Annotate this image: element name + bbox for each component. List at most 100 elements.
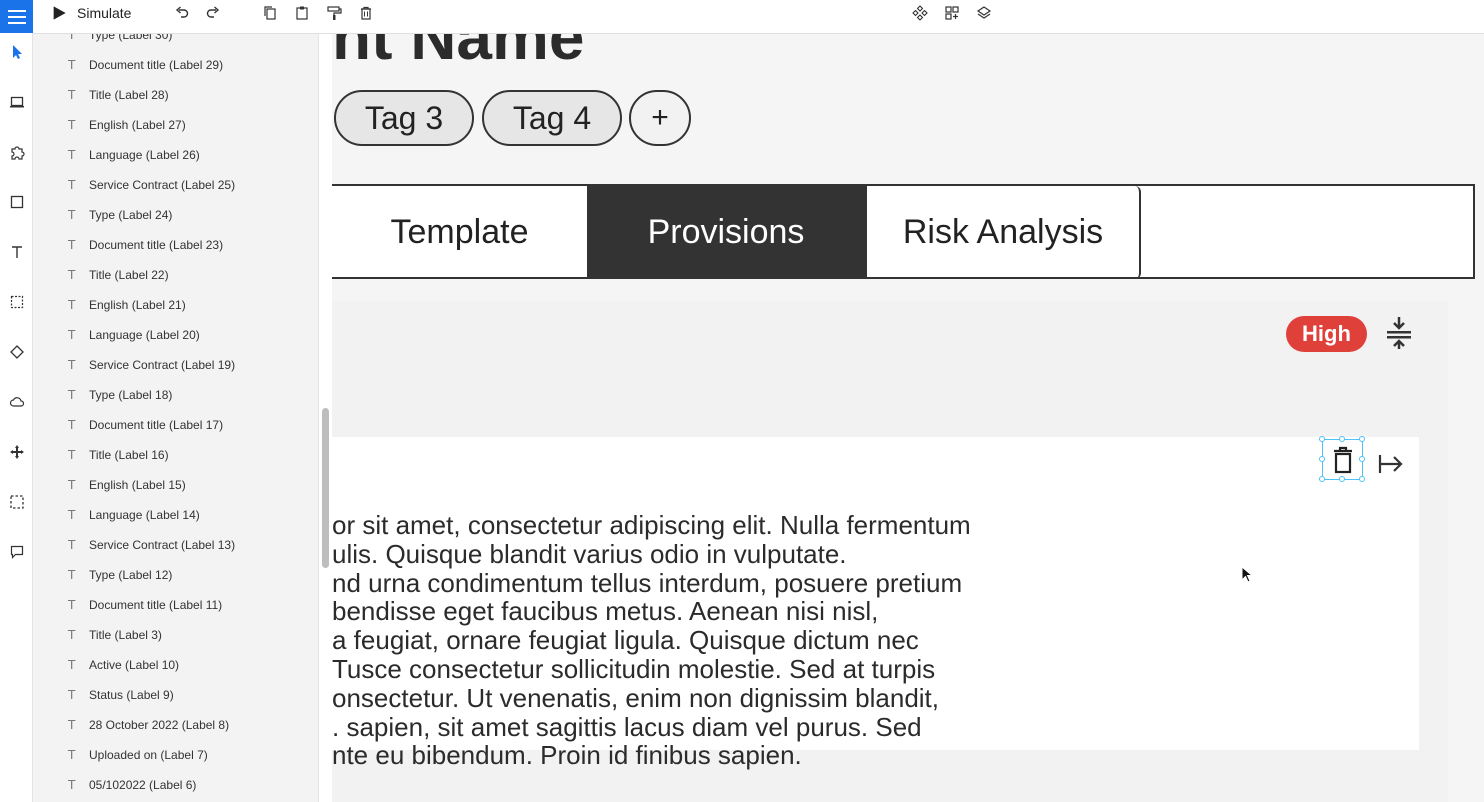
selection-icon [9, 494, 24, 509]
layer-item[interactable]: T Service Contract (Label 25) [33, 170, 318, 200]
layer-item[interactable]: T Document title (Label 11) [33, 590, 318, 620]
layer-item[interactable]: T Title (Label 3) [33, 620, 318, 650]
layer-item[interactable]: T 28 October 2022 (Label 8) [33, 710, 318, 740]
menu-button[interactable] [0, 0, 33, 33]
device-tool[interactable] [4, 89, 29, 114]
rectangle-tool[interactable] [4, 189, 29, 214]
move-tool[interactable] [4, 439, 29, 464]
text-layer-icon: T [68, 178, 76, 192]
selection-handle[interactable] [1359, 456, 1365, 462]
layer-item[interactable]: T 05/102022 (Label 6) [33, 770, 318, 800]
component-button[interactable] [910, 2, 930, 24]
tab-risk-analysis[interactable]: Risk Analysis [865, 186, 1141, 279]
layer-label: Status (Label 9) [89, 688, 174, 702]
diamond-tool[interactable] [4, 339, 29, 364]
selection-tool[interactable] [4, 489, 29, 514]
layer-label: Language (Label 26) [89, 148, 200, 162]
selection-handle[interactable] [1319, 436, 1325, 442]
layer-item[interactable]: T Service Contract (Label 19) [33, 350, 318, 380]
layer-label: Title (Label 28) [89, 88, 169, 102]
layer-label: Service Contract (Label 19) [89, 358, 236, 372]
layer-item[interactable]: T Document title (Label 23) [33, 230, 318, 260]
layer-item[interactable]: T Type (Label 24) [33, 200, 318, 230]
layer-item[interactable]: T Type (Label 18) [33, 380, 318, 410]
layer-item[interactable]: T Document title (Label 17) [33, 410, 318, 440]
layer-item[interactable]: T English (Label 21) [33, 290, 318, 320]
text-layer-icon: T [68, 508, 76, 522]
layers-scroll-thumb[interactable] [322, 408, 329, 568]
layers-scrollbar[interactable] [318, 34, 332, 802]
mouse-cursor-icon [1241, 565, 1254, 589]
collapse-button[interactable] [1384, 315, 1414, 351]
selection-handle[interactable] [1359, 476, 1365, 482]
provision-card: High or sit amet, consectetur adipiscing… [332, 301, 1448, 802]
tag-chip[interactable]: Tag 3 [334, 90, 474, 146]
layer-item[interactable]: T Uploaded on (Label 7) [33, 740, 318, 770]
grid-add-icon [945, 6, 959, 20]
layer-label: 28 October 2022 (Label 8) [89, 718, 230, 732]
layer-item[interactable]: T English (Label 27) [33, 110, 318, 140]
cloud-tool[interactable] [4, 389, 29, 414]
selection-handle[interactable] [1319, 456, 1325, 462]
text-layer-icon: T [68, 778, 76, 792]
exit-button[interactable] [1376, 449, 1406, 479]
pointer-icon [12, 44, 22, 59]
dotted-rect-icon [10, 295, 23, 308]
selection-handle[interactable] [1339, 436, 1345, 442]
copy-button[interactable] [260, 2, 280, 24]
component-tool[interactable] [4, 139, 29, 164]
text-tool[interactable] [4, 239, 29, 264]
selection-handle[interactable] [1319, 476, 1325, 482]
comment-icon [10, 545, 23, 559]
text-layer-icon: T [68, 358, 76, 372]
layer-item[interactable]: T Language (Label 14) [33, 500, 318, 530]
layer-item[interactable]: T Type (Label 12) [33, 560, 318, 590]
delete-button[interactable] [356, 2, 376, 24]
redo-button[interactable] [202, 2, 224, 24]
selection-handle[interactable] [1359, 436, 1365, 442]
selection-handle[interactable] [1339, 476, 1345, 482]
design-canvas[interactable]: nt Name Tag 3 Tag 4 + Template Provision… [332, 34, 1484, 802]
layer-label: Service Contract (Label 13) [89, 538, 236, 552]
trash-icon [1333, 446, 1352, 473]
layer-label: Document title (Label 17) [89, 418, 224, 432]
layer-label: Document title (Label 23) [89, 238, 224, 252]
delete-provision-button[interactable] [1319, 436, 1365, 482]
layer-item[interactable]: T Title (Label 28) [33, 80, 318, 110]
layer-item[interactable]: T Type (Label 30) [33, 34, 318, 50]
paste-button[interactable] [292, 2, 312, 24]
layer-label: Title (Label 3) [89, 628, 162, 642]
grid-add-button[interactable] [942, 2, 962, 24]
tab-provisions[interactable]: Provisions [587, 186, 865, 279]
paste-icon [296, 6, 308, 20]
pointer-tool[interactable] [4, 39, 29, 64]
layer-label: English (Label 21) [89, 298, 186, 312]
format-painter-button[interactable] [324, 2, 344, 24]
undo-button[interactable] [171, 2, 193, 24]
add-tag-button[interactable]: + [629, 90, 691, 146]
comment-tool[interactable] [4, 539, 29, 564]
cloud-icon [9, 396, 24, 407]
tag-chip[interactable]: Tag 4 [482, 90, 622, 146]
layer-item[interactable]: T Title (Label 22) [33, 260, 318, 290]
text-layer-icon: T [68, 148, 76, 162]
text-layer-icon: T [68, 34, 76, 42]
simulate-button[interactable]: Simulate [51, 2, 151, 24]
layer-item[interactable]: T Active (Label 10) [33, 650, 318, 680]
layer-item[interactable]: T Document title (Label 29) [33, 50, 318, 80]
layer-label: Uploaded on (Label 7) [89, 748, 208, 762]
layer-item[interactable]: T Language (Label 20) [33, 320, 318, 350]
layer-item[interactable]: T Service Contract (Label 13) [33, 530, 318, 560]
layers-panel: T Type (Label 30) T Document title (Label 2… [33, 34, 318, 802]
layer-item[interactable]: T Title (Label 16) [33, 440, 318, 470]
layer-item[interactable]: T Language (Label 26) [33, 140, 318, 170]
layers-button[interactable] [974, 2, 994, 24]
container-tool[interactable] [4, 289, 29, 314]
tab-template[interactable]: Template [332, 186, 587, 279]
layer-item[interactable]: T Status (Label 9) [33, 680, 318, 710]
text-layer-icon: T [68, 598, 76, 612]
layer-item[interactable]: T English (Label 15) [33, 470, 318, 500]
text-layer-icon: T [68, 658, 76, 672]
text-layer-icon: T [68, 748, 76, 762]
app-window: Simulate T Type (Label 30) T Document ti… [0, 0, 1484, 802]
